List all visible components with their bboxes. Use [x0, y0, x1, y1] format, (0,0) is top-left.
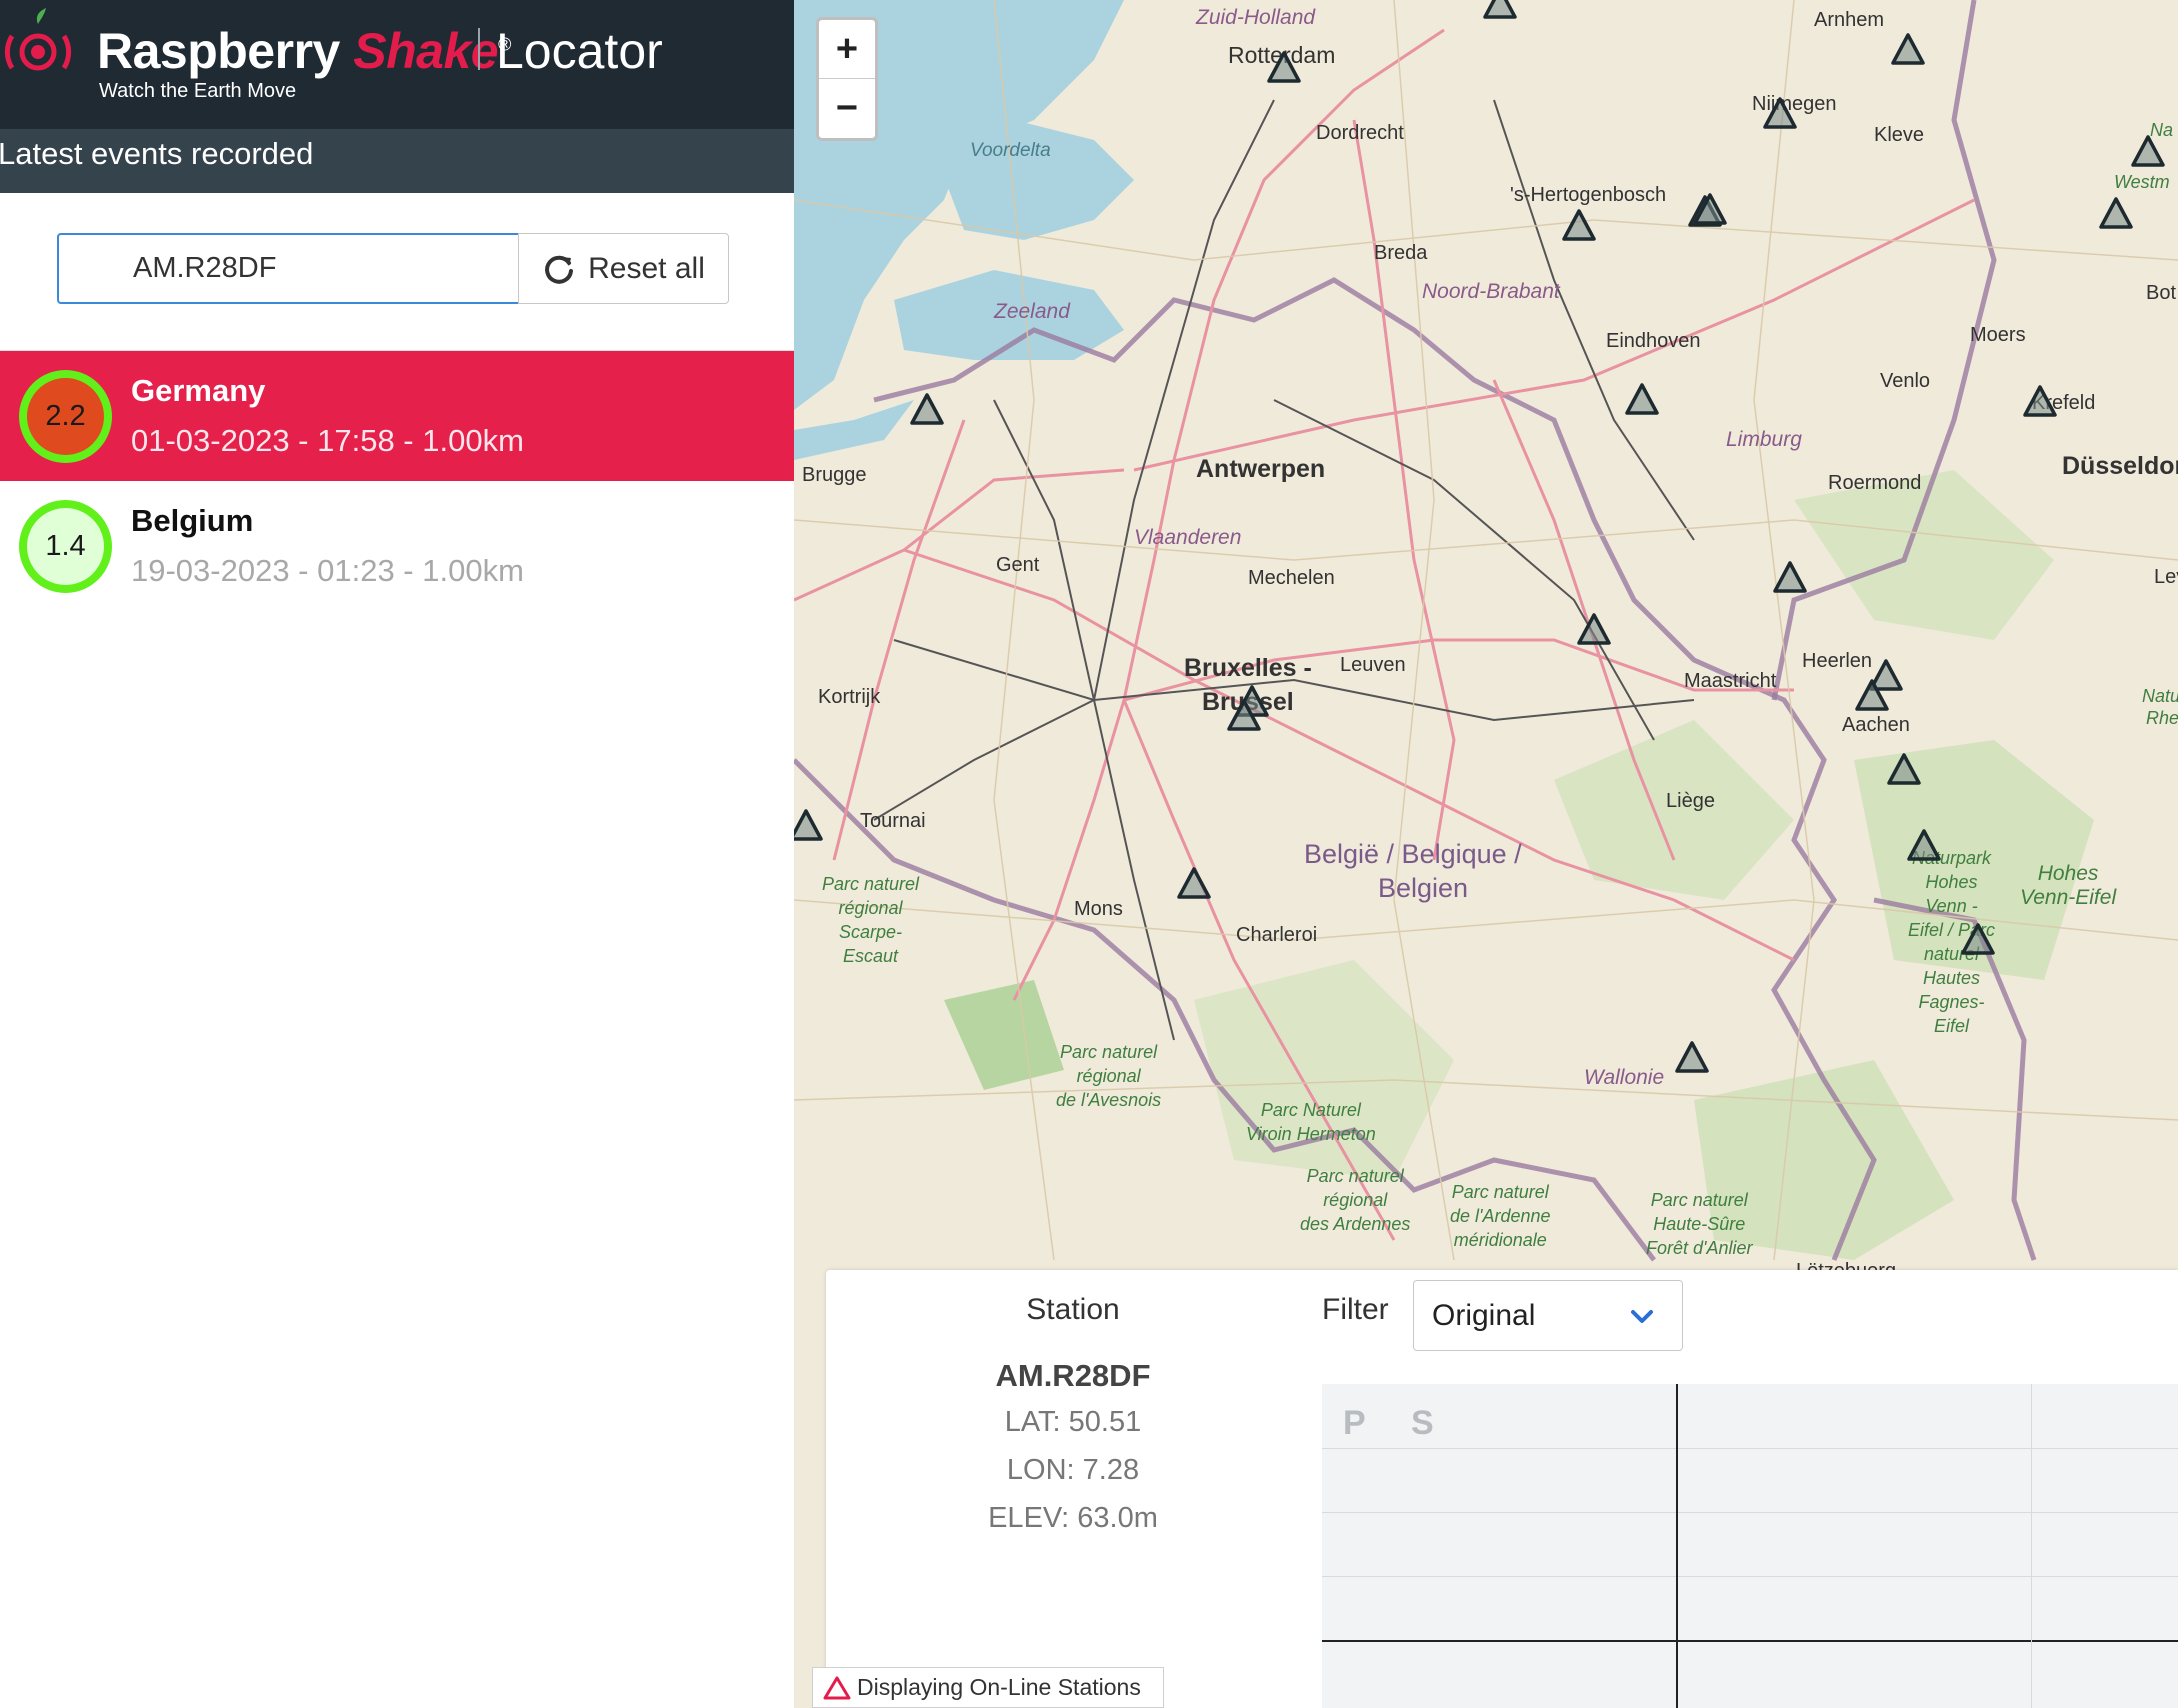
event-details: 19-03-2023 - 01:23 - 1.00km	[131, 553, 524, 588]
brand-main: Raspberry	[97, 23, 340, 79]
magnitude-badge: 1.4	[19, 500, 112, 593]
map-label: Belgien	[1378, 873, 1469, 903]
magnitude-badge: 2.2	[19, 370, 112, 463]
s-wave-label: S	[1411, 1404, 1434, 1442]
map-label: Parc naturel régional des Ardennes	[1300, 1166, 1411, 1234]
map-label: Krefeld	[2032, 392, 2096, 414]
map-label: Tournai	[860, 810, 926, 832]
seismogram-marker-line	[1676, 1384, 1678, 1708]
map-label: Maastricht	[1684, 670, 1777, 692]
map-label: Nijmegen	[1752, 93, 1837, 115]
seismogram-plot[interactable]: P S	[1322, 1384, 2178, 1708]
map-label: Naturpark Hohes Venn - Eifel / Parc natu…	[1908, 848, 1996, 1036]
p-wave-label: P	[1343, 1404, 1366, 1442]
map-label: Parc naturel Haute-Sûre Forêt d'Anlier	[1646, 1190, 1753, 1258]
map-label: Brugge	[802, 464, 867, 486]
app-name: Locator	[496, 23, 663, 79]
seismogram-gridline	[2031, 1384, 2032, 1708]
map-label: Charleroi	[1236, 924, 1318, 946]
brand-separator	[478, 28, 480, 70]
map-label: Eindhoven	[1606, 330, 1701, 352]
map-label: Westm	[2114, 172, 2170, 192]
map-label: Liège	[1666, 790, 1715, 812]
map-label: Lev	[2154, 566, 2178, 588]
station-latitude: LAT: 50.51	[1004, 1406, 1142, 1438]
map-label: Kleve	[1874, 124, 1925, 146]
raspberry-shake-logo-icon	[4, 8, 72, 71]
map-label: Hohes Venn-Eifel	[2020, 862, 2117, 909]
map-label: Leuven	[1340, 654, 1406, 676]
map-label: Arnhem	[1814, 9, 1885, 31]
event-region: Germany	[131, 373, 266, 408]
online-station-icon	[823, 1676, 851, 1699]
station-longitude: LON: 7.28	[1006, 1454, 1140, 1486]
map-label: Voordelta	[970, 140, 1051, 161]
map-label: Mons	[1074, 898, 1123, 920]
station-search-input[interactable]	[57, 233, 520, 304]
map-label: Breda	[1374, 242, 1428, 264]
map-label: Zuid-Holland	[1196, 6, 1316, 29]
zoom-out-button[interactable]: −	[819, 79, 875, 138]
seismogram-gridline	[1322, 1448, 2178, 1449]
map-label: Wallonie	[1584, 1066, 1665, 1089]
events-sidebar: Raspberry Shake® Locator Watch the Earth…	[0, 0, 794, 1708]
map-label: Rotterdam	[1228, 42, 1336, 68]
filter-select[interactable]: Original	[1413, 1280, 1683, 1351]
map-label: Moers	[1970, 324, 2026, 346]
map-label: Kortrijk	[818, 686, 881, 708]
map-label: Parc Naturel Viroin Hermeton	[1246, 1100, 1376, 1144]
map-label: Parc naturel régional de l'Avesnois	[1056, 1042, 1162, 1110]
refresh-icon	[545, 255, 574, 284]
map-label: Parc naturel régional Scarpe- Escaut	[822, 874, 920, 966]
map-label: Heerlen	[1802, 650, 1873, 672]
legend-text: Displaying On-Line Stations	[857, 1674, 1141, 1700]
brand-accent: Shake	[353, 23, 499, 79]
chevron-down-icon	[1631, 1310, 1653, 1323]
station-heading: Station	[1026, 1293, 1120, 1326]
map-label: Bot	[2146, 282, 2177, 304]
map-label: Gent	[996, 554, 1040, 576]
map-label: Roermond	[1828, 472, 1922, 494]
filter-label: Filter	[1322, 1293, 1389, 1326]
seismogram-gridline	[1322, 1512, 2178, 1513]
map-label: Vlaanderen	[1134, 526, 1242, 549]
app-header: Raspberry Shake® Locator Watch the Earth…	[0, 0, 794, 129]
map-label: Venlo	[1880, 370, 1931, 392]
event-item[interactable]: 1.4 Belgium 19-03-2023 - 01:23 - 1.00km	[0, 481, 794, 611]
map-label: Na	[2150, 120, 2174, 140]
map-label: Parc naturel de l'Ardenne méridionale	[1450, 1182, 1551, 1250]
reset-all-label: Reset all	[588, 251, 705, 285]
station-legend: Displaying On-Line Stations	[812, 1667, 1164, 1708]
map-label: Rheinl	[2146, 708, 2178, 728]
map-label: Aachen	[1842, 714, 1910, 736]
seismogram-gridline	[1322, 1576, 2178, 1577]
map-label: Düsseldorf	[2062, 452, 2178, 480]
map-label: Limburg	[1726, 428, 1802, 451]
map-label: Bruxelles -	[1184, 654, 1312, 682]
filter-selected-value: Original	[1432, 1298, 1536, 1332]
events-title: Latest events recorded	[0, 136, 314, 171]
event-item-selected[interactable]: 2.2 Germany 01-03-2023 - 17:58 - 1.00km	[0, 351, 794, 481]
event-details: 01-03-2023 - 17:58 - 1.00km	[131, 423, 524, 458]
map-label: Noord-Brabant	[1422, 280, 1560, 303]
station-search: Reset all	[57, 233, 729, 304]
map-label: 's-Hertogenbosch	[1510, 184, 1667, 206]
zoom-control: + −	[816, 17, 878, 141]
zoom-in-button[interactable]: +	[819, 20, 875, 79]
station-code: AM.R28DF	[995, 1358, 1151, 1393]
tagline: Watch the Earth Move	[99, 80, 297, 102]
map-label: Zeeland	[994, 300, 1070, 323]
map-label: Antwerpen	[1196, 455, 1326, 483]
brand-name: Raspberry Shake®	[97, 22, 511, 80]
event-region: Belgium	[131, 503, 254, 538]
map-label: Natur	[2142, 686, 2178, 706]
reset-all-button[interactable]: Reset all	[518, 233, 729, 304]
map-label: Brussel	[1202, 688, 1294, 716]
station-elevation: ELEV: 63.0m	[988, 1502, 1158, 1534]
map-label: Mechelen	[1248, 567, 1335, 589]
map-label: België / Belgique /	[1304, 839, 1522, 869]
station-detail-panel: Station AM.R28DF LAT: 50.51 LON: 7.28 EL…	[826, 1270, 2178, 1708]
seismogram-baseline	[1322, 1640, 2178, 1642]
map-label: Dordrecht	[1316, 122, 1404, 144]
